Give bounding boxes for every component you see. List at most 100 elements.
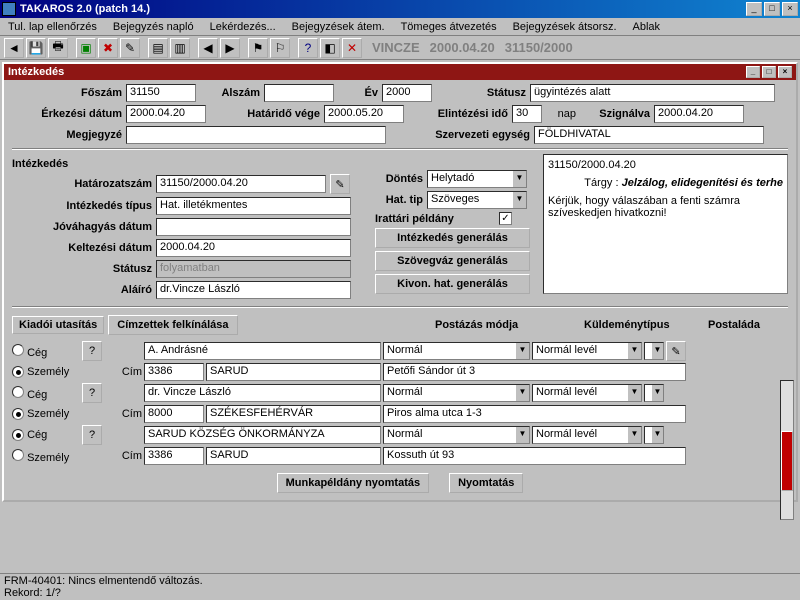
inp-hatvege[interactable]: 2000.05.20: [324, 105, 404, 123]
sel-kuld-3[interactable]: Normál levél▼: [532, 426, 642, 444]
inp-street-3[interactable]: Kossuth út 93: [383, 447, 686, 465]
rad-szem-1[interactable]: [12, 366, 24, 378]
inp-erk[interactable]: 2000.04.20: [126, 105, 206, 123]
sub-maximize-button[interactable]: □: [762, 66, 776, 78]
chevron-down-icon[interactable]: ▼: [627, 385, 641, 401]
tb-cancel-icon[interactable]: ✖: [98, 38, 118, 58]
btn-hatsz-edit[interactable]: ✎: [330, 174, 350, 194]
minimize-button[interactable]: _: [746, 2, 762, 16]
tb-action1-icon[interactable]: ⚑: [248, 38, 268, 58]
inp-itipus[interactable]: Hat. illetékmentes: [156, 197, 351, 215]
inp-name-2[interactable]: dr. Vincze László: [144, 384, 381, 402]
inp-name-3[interactable]: SARUD KÖZSÉG ÖNKORMÁNYZA: [144, 426, 381, 444]
menu-lekerdezes[interactable]: Lekérdezés...: [202, 19, 284, 35]
sel-post-1[interactable]: Normál▼: [383, 342, 530, 360]
btn-help-1[interactable]: ?: [82, 341, 102, 361]
sel-plad-3[interactable]: ▼: [644, 426, 664, 444]
menu-atsorsz[interactable]: Bejegyzések átsorsz.: [505, 19, 625, 35]
inp-street-1[interactable]: Petőfi Sándor út 3: [383, 363, 686, 381]
tb-save-icon[interactable]: 💾: [26, 38, 46, 58]
chevron-down-icon[interactable]: ▼: [627, 427, 641, 443]
btn-gen3[interactable]: Kivon. hat. generálás: [375, 274, 530, 294]
inp-statusz[interactable]: ügyintézés alatt: [530, 84, 775, 102]
inp-city-3[interactable]: SARUD: [206, 447, 381, 465]
btn-gen2[interactable]: Szövegváz generálás: [375, 251, 530, 271]
btn-gen1[interactable]: Intézkedés generálás: [375, 228, 530, 248]
tb-edit-icon[interactable]: ✎: [120, 38, 140, 58]
inp-jov[interactable]: [156, 218, 351, 236]
tb-print-icon[interactable]: 🖶: [48, 38, 68, 58]
inp-foszam[interactable]: 31150: [126, 84, 196, 102]
chevron-down-icon[interactable]: ▼: [651, 343, 663, 359]
menu-tul[interactable]: Tul. lap ellenőrzés: [0, 19, 105, 35]
tb-exit-icon[interactable]: ✕: [342, 38, 362, 58]
inp-city-2[interactable]: SZÉKESFEHÉRVÁR: [206, 405, 381, 423]
chk-iratt[interactable]: ✓: [499, 212, 512, 225]
scroll-thumb[interactable]: [781, 431, 793, 491]
inp-name-1[interactable]: A. Andrásné: [144, 342, 381, 360]
sel-post-3[interactable]: Normál▼: [383, 426, 530, 444]
inp-kelt[interactable]: 2000.04.20: [156, 239, 351, 257]
lbl-kelt: Keltezési dátum: [12, 242, 152, 254]
chevron-down-icon[interactable]: ▼: [515, 343, 529, 359]
chevron-down-icon[interactable]: ▼: [627, 343, 641, 359]
inp-megj[interactable]: [126, 126, 386, 144]
btn-edit-1[interactable]: ✎: [666, 341, 686, 361]
inp-zip-2[interactable]: 8000: [144, 405, 204, 423]
tb-help-icon[interactable]: ?: [298, 38, 318, 58]
inp-alszam[interactable]: [264, 84, 334, 102]
chevron-down-icon[interactable]: ▼: [515, 385, 529, 401]
btn-nyomtatas[interactable]: Nyomtatás: [449, 473, 523, 493]
tab-kiado[interactable]: Kiadói utasítás: [12, 316, 104, 334]
tb-doc1-icon[interactable]: ▤: [148, 38, 168, 58]
inp-szign[interactable]: 2000.04.20: [654, 105, 744, 123]
menu-ablak[interactable]: Ablak: [625, 19, 669, 35]
inp-szerv[interactable]: FÖLDHIVATAL: [534, 126, 764, 144]
maximize-button[interactable]: □: [764, 2, 780, 16]
btn-munkapeldany[interactable]: Munkapéldány nyomtatás: [277, 473, 429, 493]
chevron-down-icon[interactable]: ▼: [512, 171, 526, 187]
rad-szem-2[interactable]: [12, 408, 24, 420]
tb-prev-icon[interactable]: ◀: [198, 38, 218, 58]
sel-plad-1[interactable]: ▼: [644, 342, 664, 360]
inp-street-2[interactable]: Piros alma utca 1-3: [383, 405, 686, 423]
inp-ev[interactable]: 2000: [382, 84, 432, 102]
chevron-down-icon[interactable]: ▼: [651, 385, 663, 401]
chevron-down-icon[interactable]: ▼: [512, 192, 526, 208]
sel-plad-2[interactable]: ▼: [644, 384, 664, 402]
tb-doc2-icon[interactable]: ▥: [170, 38, 190, 58]
rad-ceg-1[interactable]: [12, 344, 24, 356]
menu-bejegyzes-naplo[interactable]: Bejegyzés napló: [105, 19, 202, 35]
sel-post-2[interactable]: Normál▼: [383, 384, 530, 402]
tb-action2-icon[interactable]: ⚐: [270, 38, 290, 58]
sel-kuld-2[interactable]: Normál levél▼: [532, 384, 642, 402]
menu-tomeges[interactable]: Tömeges átvezetés: [393, 19, 505, 35]
chevron-down-icon[interactable]: ▼: [651, 427, 663, 443]
inp-alairo[interactable]: dr.Vincze László: [156, 281, 351, 299]
inp-elint[interactable]: 30: [512, 105, 542, 123]
inp-hatsz[interactable]: 31150/2000.04.20: [156, 175, 326, 193]
btn-help-3[interactable]: ?: [82, 425, 102, 445]
lbl-jov: Jóváhagyás dátum: [12, 221, 152, 233]
tb-left-icon[interactable]: ◄: [4, 38, 24, 58]
tb-next-icon[interactable]: ▶: [220, 38, 240, 58]
tb-ok-icon[interactable]: ▣: [76, 38, 96, 58]
rad-szem-3[interactable]: [12, 449, 24, 461]
inp-zip-3[interactable]: 3386: [144, 447, 204, 465]
rad-ceg-2[interactable]: [12, 386, 24, 398]
menu-bejegyzesek-atem[interactable]: Bejegyzések átem.: [284, 19, 393, 35]
rad-ceg-3[interactable]: [12, 429, 24, 441]
inp-city-1[interactable]: SARUD: [206, 363, 381, 381]
btn-cimzettek[interactable]: Címzettek felkínálása: [108, 315, 237, 335]
chevron-down-icon[interactable]: ▼: [515, 427, 529, 443]
sub-minimize-button[interactable]: _: [746, 66, 760, 78]
sel-kuld-1[interactable]: Normál levél▼: [532, 342, 642, 360]
sel-dontes[interactable]: Helytadó▼: [427, 170, 527, 188]
close-button[interactable]: ×: [782, 2, 798, 16]
btn-help-2[interactable]: ?: [82, 383, 102, 403]
inp-zip-1[interactable]: 3386: [144, 363, 204, 381]
tb-action3-icon[interactable]: ◧: [320, 38, 340, 58]
scrollbar[interactable]: [780, 380, 794, 520]
sub-close-button[interactable]: ×: [778, 66, 792, 78]
sel-hattip[interactable]: Szöveges▼: [427, 191, 527, 209]
